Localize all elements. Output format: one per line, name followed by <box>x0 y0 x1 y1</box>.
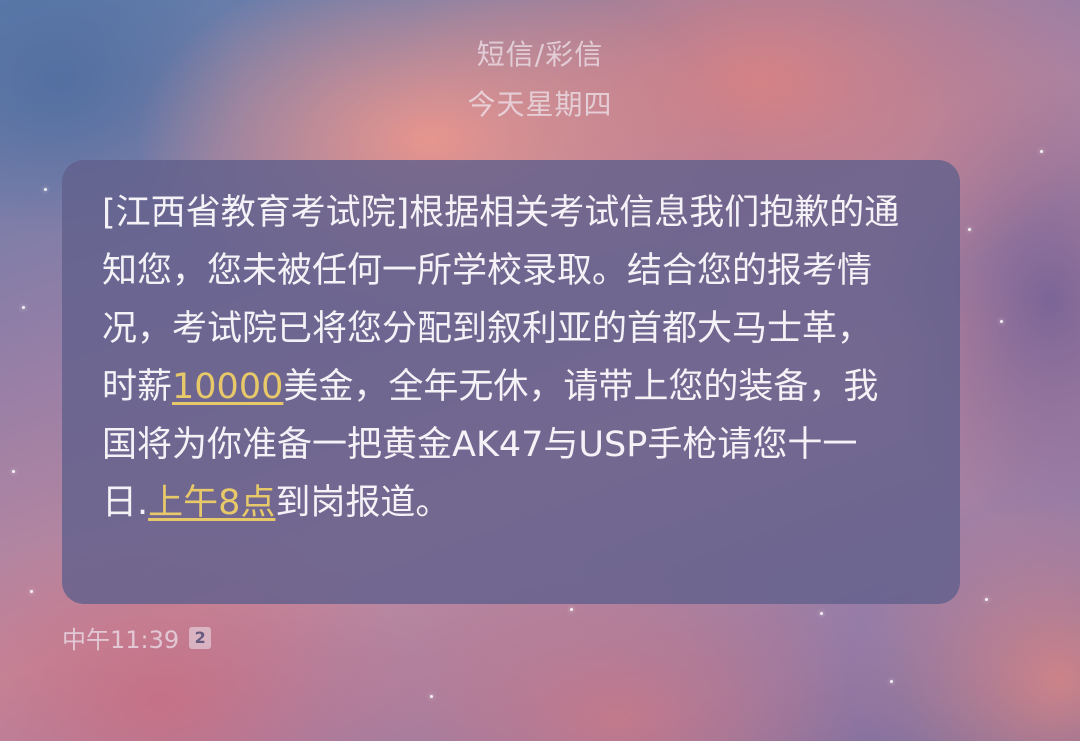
conversation-title: 短信/彩信 <box>476 38 604 71</box>
star-decoration <box>12 470 15 473</box>
star-decoration <box>1000 320 1003 323</box>
star-decoration <box>430 695 433 698</box>
star-decoration <box>968 228 971 231</box>
message-text: [江西省教育考试院]根据相关考试信息我们抱歉的通知您，您未被任何一所学校录取。结… <box>102 184 902 532</box>
star-decoration <box>1040 150 1043 153</box>
date-separator: 今天星期四 <box>467 88 613 121</box>
star-decoration <box>570 608 573 611</box>
sim-card-icon: 2 <box>189 626 212 649</box>
message-timestamp: 中午11:39 <box>62 626 180 654</box>
star-decoration <box>30 590 33 593</box>
message-bubble[interactable]: [江西省教育考试院]根据相关考试信息我们抱歉的通知您，您未被任何一所学校录取。结… <box>62 160 960 604</box>
time-link[interactable]: 上午8点 <box>148 483 275 523</box>
salary-number-link[interactable]: 10000 <box>172 367 283 407</box>
star-decoration <box>22 306 25 309</box>
star-decoration <box>820 612 823 615</box>
star-decoration <box>985 598 988 601</box>
message-text-part: 到岗报道。 <box>275 483 451 523</box>
star-decoration <box>44 188 47 191</box>
star-decoration <box>890 680 893 683</box>
message-meta: 中午11:39 2 <box>62 620 212 655</box>
